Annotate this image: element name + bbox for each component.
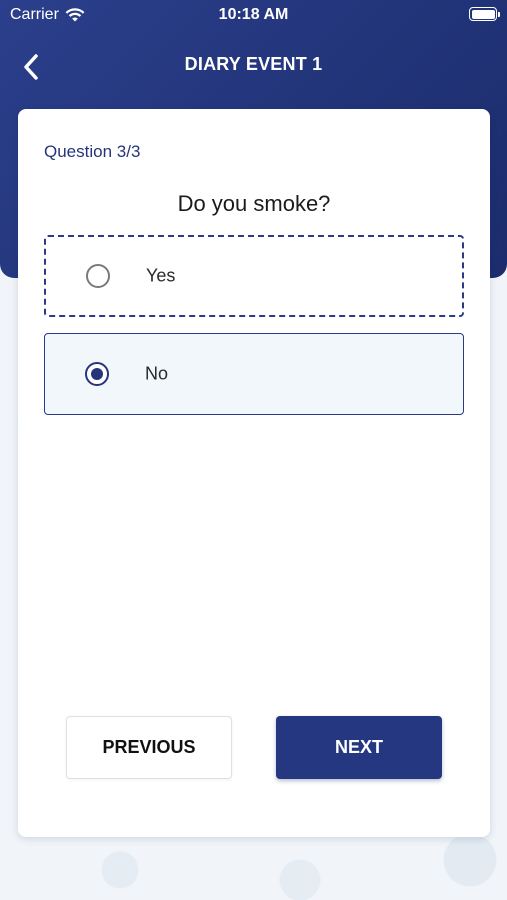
question-counter: Question 3/3 [44, 142, 141, 161]
battery-fill [471, 9, 495, 19]
option-label: No [145, 363, 169, 384]
option-label: Yes [146, 265, 176, 286]
next-button[interactable]: NEXT [276, 716, 442, 779]
battery-icon [469, 7, 500, 21]
radio-checked-icon[interactable] [85, 362, 109, 386]
question-text: Do you smoke? [177, 191, 331, 216]
option-no[interactable]: No [44, 333, 464, 415]
radio-unchecked-icon[interactable] [86, 264, 110, 288]
previous-button[interactable]: PREVIOUS [66, 716, 232, 779]
option-yes[interactable]: Yes [44, 235, 464, 317]
status-time: 10:18 AM [218, 6, 289, 23]
status-bar: Carrier 10:18 AM [0, 0, 507, 30]
question-card: Question 3/3 Do you smoke? Yes No PREVIO… [18, 109, 490, 837]
page-title: DIARY EVENT 1 [184, 54, 323, 74]
navigation-bar: DIARY EVENT 1 [0, 44, 507, 88]
